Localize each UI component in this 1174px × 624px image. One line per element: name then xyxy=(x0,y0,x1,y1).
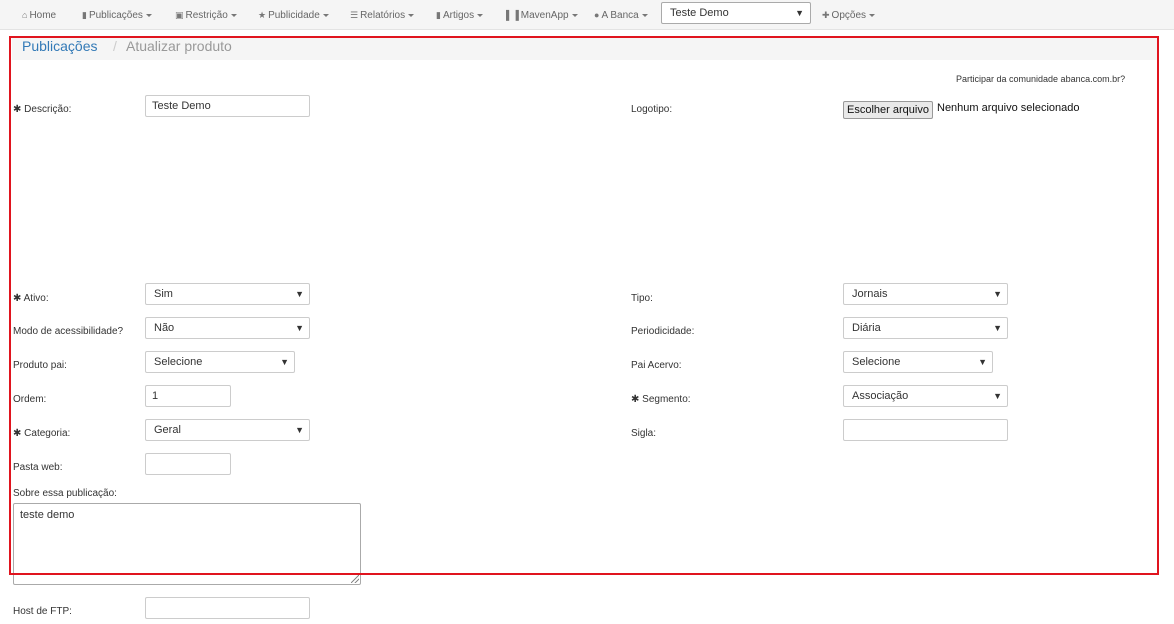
resize-handle-icon[interactable] xyxy=(351,575,359,583)
produto-pai-select[interactable]: Selecione ▼ xyxy=(145,351,295,373)
ordem-input[interactable]: 1 xyxy=(145,385,231,407)
pasta-web-input[interactable] xyxy=(145,453,231,475)
periodicidade-select-value: Diária xyxy=(852,322,881,334)
nav-restricao[interactable]: ▣ Restrição xyxy=(175,0,237,30)
choose-file-button[interactable]: Escolher arquivo xyxy=(843,101,933,119)
bookmark-icon: ▮ xyxy=(436,10,441,20)
nav-opcoes-label: Opções xyxy=(831,10,867,21)
nav-home[interactable]: ⌂ Home xyxy=(22,0,56,30)
chevron-down-icon xyxy=(641,13,648,17)
breadcrumb-separator: / xyxy=(113,38,117,54)
sigla-input[interactable] xyxy=(843,419,1008,441)
segmento-select-value: Associação xyxy=(852,390,909,402)
required-icon: ✱ xyxy=(13,428,22,439)
chevron-down-icon: ▼ xyxy=(978,357,987,367)
plus-icon: ✚ xyxy=(822,10,830,20)
chevron-down-icon: ▼ xyxy=(295,289,304,299)
produto-pai-select-value: Selecione xyxy=(154,356,203,368)
nav-mavenapp-label: MavenApp xyxy=(520,10,569,21)
logotipo-label: Logotipo: xyxy=(631,104,673,115)
file-status: Nenhum arquivo selecionado xyxy=(937,102,1080,114)
required-icon: ✱ xyxy=(631,394,640,405)
barcode-icon: ▌▐ xyxy=(506,10,519,20)
chevron-down-icon: ▼ xyxy=(295,425,304,435)
globe-icon: ● xyxy=(594,10,600,20)
host-ftp-label: Host de FTP: xyxy=(13,606,72,617)
produto-pai-label: Produto pai: xyxy=(13,360,67,371)
nav-publicacoes-label: Publicações xyxy=(88,10,143,21)
required-icon: ✱ xyxy=(13,293,22,304)
nav-artigos-label: Artigos xyxy=(442,10,475,21)
periodicidade-label: Periodicidade: xyxy=(631,326,695,337)
segmento-label: ✱ Segmento: xyxy=(631,394,691,405)
tipo-label: Tipo: xyxy=(631,293,653,304)
ativo-select[interactable]: Sim ▼ xyxy=(145,283,310,305)
periodicidade-select[interactable]: Diária ▼ xyxy=(843,317,1008,339)
sobre-textarea-value: teste demo xyxy=(20,509,75,521)
ativo-select-value: Sim xyxy=(154,288,173,300)
categoria-label: ✱ Categoria: xyxy=(13,428,71,439)
nav-relatorios[interactable]: ☰ Relatórios xyxy=(350,0,415,30)
chevron-down-icon: ▼ xyxy=(795,8,804,18)
pai-acervo-label: Pai Acervo: xyxy=(631,360,682,371)
breadcrumb-current: Atualizar produto xyxy=(126,38,232,54)
categoria-select[interactable]: Geral ▼ xyxy=(145,419,310,441)
nav-relatorios-label: Relatórios xyxy=(360,10,406,21)
file-icon: ▮ xyxy=(82,10,87,20)
sobre-label: Sobre essa publicação: xyxy=(13,488,117,499)
chevron-down-icon: ▼ xyxy=(280,357,289,367)
nav-abanca[interactable]: ● A Banca xyxy=(594,0,648,30)
chevron-down-icon xyxy=(571,13,578,17)
pai-acervo-select-value: Selecione xyxy=(852,356,901,368)
top-navbar: ⌂ Home ▮ Publicações ▣ Restrição ★ Publicida… xyxy=(0,0,1174,30)
required-icon: ✱ xyxy=(13,104,22,115)
list-icon: ☰ xyxy=(350,10,359,20)
chevron-down-icon: ▼ xyxy=(993,323,1002,333)
descricao-label: ✱ Descrição: xyxy=(13,104,72,115)
chevron-down-icon xyxy=(477,13,484,17)
chevron-down-icon: ▼ xyxy=(993,289,1002,299)
host-ftp-input[interactable] xyxy=(145,597,310,619)
nav-opcoes[interactable]: ✚ Opções xyxy=(822,0,876,30)
nav-publicacoes[interactable]: ▮ Publicações xyxy=(82,0,152,30)
lock-icon: ▣ xyxy=(175,10,184,20)
nav-publicidade[interactable]: ★ Publicidade xyxy=(258,0,329,30)
segmento-select[interactable]: Associação ▼ xyxy=(843,385,1008,407)
ativo-label: ✱ Ativo: xyxy=(13,293,49,304)
chevron-down-icon xyxy=(230,13,237,17)
chevron-down-icon xyxy=(869,13,876,17)
chevron-down-icon: ▼ xyxy=(993,391,1002,401)
chevron-down-icon xyxy=(322,13,329,17)
nav-mavenapp[interactable]: ▌▐ MavenApp xyxy=(506,0,578,30)
chevron-down-icon: ▼ xyxy=(295,323,304,333)
acessibilidade-select-value: Não xyxy=(154,322,175,334)
breadcrumb-link-publicacoes[interactable]: Publicações xyxy=(22,38,98,54)
nav-artigos[interactable]: ▮ Artigos xyxy=(436,0,484,30)
tipo-select-value: Jornais xyxy=(852,288,888,300)
community-link[interactable]: Participar da comunidade abanca.com.br? xyxy=(956,74,1125,84)
home-icon: ⌂ xyxy=(22,10,28,20)
nav-restricao-label: Restrição xyxy=(185,10,228,21)
pasta-web-label: Pasta web: xyxy=(13,462,63,473)
categoria-select-value: Geral xyxy=(154,424,181,436)
star-icon: ★ xyxy=(258,10,267,20)
pai-acervo-select[interactable]: Selecione ▼ xyxy=(843,351,993,373)
nav-abanca-label: A Banca xyxy=(601,10,639,21)
descricao-input[interactable]: Teste Demo xyxy=(145,95,310,117)
product-select-value: Teste Demo xyxy=(670,7,729,19)
breadcrumb: Publicações / Atualizar produto xyxy=(12,36,1157,60)
acessibilidade-label: Modo de acessibilidade? xyxy=(13,326,124,337)
ordem-label: Ordem: xyxy=(13,394,47,405)
acessibilidade-select[interactable]: Não ▼ xyxy=(145,317,310,339)
chevron-down-icon xyxy=(408,13,415,17)
nav-publicidade-label: Publicidade xyxy=(268,10,320,21)
sigla-label: Sigla: xyxy=(631,428,657,439)
chevron-down-icon xyxy=(145,13,152,17)
nav-home-label: Home xyxy=(29,10,57,21)
tipo-select[interactable]: Jornais ▼ xyxy=(843,283,1008,305)
product-select[interactable]: Teste Demo ▼ xyxy=(661,2,811,24)
sobre-textarea[interactable]: teste demo xyxy=(13,503,361,585)
